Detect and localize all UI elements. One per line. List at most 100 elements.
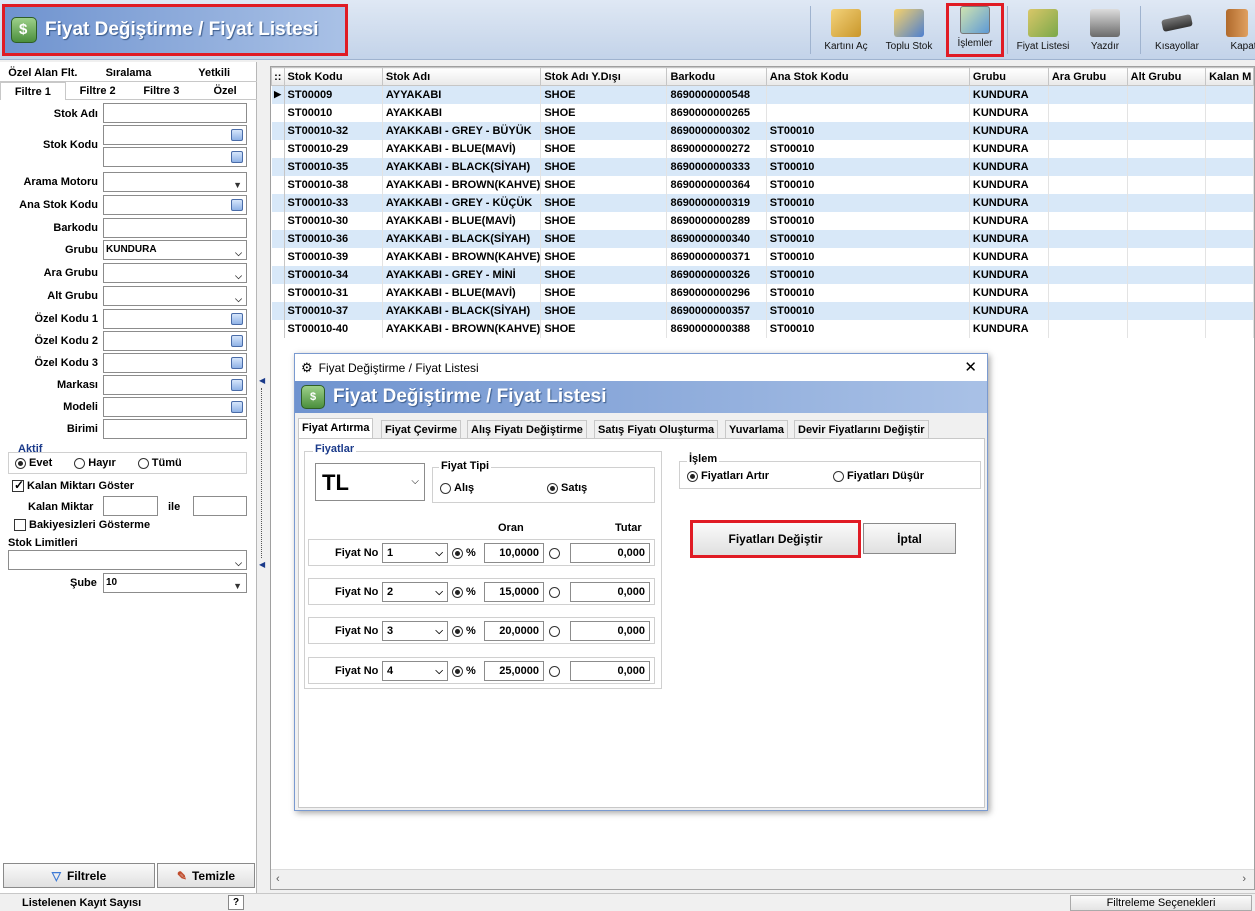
arama-motoru-select[interactable]: ▼ <box>103 172 247 192</box>
horizontal-scrollbar[interactable]: ‹ › <box>271 869 1254 889</box>
row-indicator[interactable] <box>271 265 285 284</box>
close-icon[interactable]: ✕ <box>964 358 977 376</box>
table-row[interactable]: ST00010-38 AYAKKABI - BROWN(KAHVE) SHOE 869… <box>271 175 1254 194</box>
tutar-radio[interactable] <box>549 665 563 677</box>
lookup-icon[interactable] <box>231 129 243 141</box>
table-row[interactable]: ST00010-32 AYAKKABI - GREY - BÜYÜK SHOE 869… <box>271 121 1254 140</box>
row-indicator[interactable] <box>271 247 285 266</box>
ozel-kodu-1-input[interactable] <box>103 309 247 329</box>
table-row[interactable]: ▶ ST00009 AYYAKABI SHOE 8690000000548 KUNDURA <box>271 85 1254 104</box>
ozel-kodu-2-input[interactable] <box>103 331 247 351</box>
fiyatlari-degistir-button[interactable]: Fiyatları Değiştir <box>690 520 861 558</box>
tab-filtre-2[interactable]: Filtre 2 <box>65 82 130 100</box>
kartini-ac-button[interactable]: Kartını Aç <box>818 3 874 57</box>
stok-kodu-end-input[interactable] <box>103 147 247 167</box>
tutar-input[interactable]: 0,000 <box>570 621 650 641</box>
column-header[interactable]: Barkodu <box>666 67 767 86</box>
row-indicator[interactable] <box>271 301 285 320</box>
tab-ozel[interactable]: Özel <box>193 82 257 100</box>
fiyat-no-select[interactable]: 3 ⌵ <box>382 621 448 641</box>
tutar-radio[interactable] <box>549 625 563 637</box>
table-row[interactable]: ST00010-29 AYAKKABI - BLUE(MAVİ) SHOE 86900… <box>271 139 1254 158</box>
barkodu-input[interactable] <box>103 218 247 238</box>
sube-select[interactable]: 10 ▼ <box>103 573 247 593</box>
oran-radio[interactable]: % <box>452 665 476 677</box>
currency-select[interactable]: TL ⌵ <box>315 463 425 501</box>
tutar-radio[interactable] <box>549 586 563 598</box>
scroll-right-icon[interactable]: › <box>1242 873 1246 885</box>
lookup-icon[interactable] <box>231 401 243 413</box>
oran-input[interactable]: 15,0000 <box>484 582 544 602</box>
stok-kodu-start-input[interactable] <box>103 125 247 145</box>
kalan-miktar-min-input[interactable] <box>103 496 158 516</box>
tab-devir-fiyatlarini-degistir[interactable]: Devir Fiyatlarını Değiştir <box>794 420 929 438</box>
ara-grubu-select[interactable]: ⌵ <box>103 263 247 283</box>
ana-stok-kodu-input[interactable] <box>103 195 247 215</box>
filtrele-button[interactable]: ▽ Filtrele <box>3 863 155 888</box>
current-row-indicator-icon[interactable]: ▶ <box>271 85 285 104</box>
table-row[interactable]: ST00010-30 AYAKKABI - BLUE(MAVİ) SHOE 86900… <box>271 211 1254 230</box>
column-header[interactable]: Ana Stok Kodu <box>765 67 970 86</box>
row-indicator[interactable] <box>271 103 285 122</box>
bakiyesizleri-checkbox[interactable]: Bakiyesizleri Gösterme <box>14 519 150 532</box>
oran-input[interactable]: 20,0000 <box>484 621 544 641</box>
tab-filtre-3[interactable]: Filtre 3 <box>129 82 194 100</box>
scroll-left-icon[interactable]: ‹ <box>276 873 280 885</box>
tab-ozel-alan-flt[interactable]: Özel Alan Flt. <box>0 64 86 82</box>
kisayollar-button[interactable]: Kısayollar <box>1148 3 1206 57</box>
tab-fiyat-cevirme[interactable]: Fiyat Çevirme <box>381 420 462 438</box>
tutar-input[interactable]: 0,000 <box>570 543 650 563</box>
kalan-miktar-max-input[interactable] <box>193 496 247 516</box>
row-indicator[interactable] <box>271 175 285 194</box>
table-row[interactable]: ST00010 AYAKKABI SHOE 8690000000265 KUNDURA <box>271 103 1254 122</box>
birimi-input[interactable] <box>103 419 247 439</box>
lookup-icon[interactable] <box>231 151 243 163</box>
fiyat-no-select[interactable]: 2 ⌵ <box>382 582 448 602</box>
row-indicator[interactable] <box>271 211 285 230</box>
kalan-goster-checkbox[interactable]: Kalan Miktarı Göster <box>12 478 134 493</box>
alt-grubu-select[interactable]: ⌵ <box>103 286 247 306</box>
toplu-stok-button[interactable]: Toplu Stok <box>880 3 938 57</box>
aktif-tumu-radio[interactable]: Tümü <box>137 457 182 469</box>
table-row[interactable]: ST00010-37 AYAKKABI - BLACK(SİYAH) SHOE 869… <box>271 301 1254 320</box>
iptal-button[interactable]: İptal <box>863 523 956 554</box>
column-header[interactable]: Ara Grubu <box>1047 67 1128 86</box>
oran-input[interactable]: 25,0000 <box>484 661 544 681</box>
aktif-evet-radio[interactable]: Evet <box>15 457 52 469</box>
column-header[interactable]: Alt Grubu <box>1126 67 1207 86</box>
table-row[interactable]: ST00010-35 AYAKKABI - BLACK(SİYAH) SHOE 869… <box>271 157 1254 176</box>
oran-radio[interactable]: % <box>452 625 476 637</box>
lookup-icon[interactable] <box>231 335 243 347</box>
panel-splitter[interactable]: ◀ ◀ <box>258 376 266 572</box>
lookup-icon[interactable] <box>231 379 243 391</box>
yazdir-button[interactable]: Yazdır <box>1082 3 1128 57</box>
filtreleme-secenekleri-button[interactable]: Filtreleme Seçenekleri <box>1070 895 1252 911</box>
row-indicator[interactable] <box>271 283 285 302</box>
kapat-button[interactable]: Kapat <box>1218 3 1255 57</box>
row-indicator[interactable] <box>271 139 285 158</box>
grubu-select[interactable]: KUNDURA ⌵ <box>103 240 247 260</box>
fiyatlari-artir-radio[interactable]: Fiyatları Artır <box>687 470 769 482</box>
table-row[interactable]: ST00010-39 AYAKKABI - BROWN(KAHVE) SHOE 869… <box>271 247 1254 266</box>
row-indicator[interactable] <box>271 193 285 212</box>
alis-radio[interactable]: Alış <box>440 482 474 494</box>
table-row[interactable]: ST00010-34 AYAKKABI - GREY - MİNİ SHOE 8690… <box>271 265 1254 284</box>
satis-radio[interactable]: Satış <box>547 482 587 494</box>
column-header[interactable]: Grubu <box>968 67 1049 86</box>
row-indicator[interactable] <box>271 157 285 176</box>
tab-siralama[interactable]: Sıralama <box>85 64 172 82</box>
lookup-icon[interactable] <box>231 313 243 325</box>
fiyat-no-select[interactable]: 4 ⌵ <box>382 661 448 681</box>
ozel-kodu-3-input[interactable] <box>103 353 247 373</box>
help-button[interactable]: ? <box>228 895 244 910</box>
tab-satis-fiyati-olusturma[interactable]: Satış Fiyatı Oluşturma <box>594 420 719 438</box>
tab-alis-fiyati-degistirme[interactable]: Alış Fiyatı Değiştirme <box>467 420 587 438</box>
column-header[interactable]: Stok Kodu <box>283 67 383 86</box>
tab-fiyat-artirma[interactable]: Fiyat Artırma <box>298 418 374 438</box>
oran-input[interactable]: 10,0000 <box>484 543 544 563</box>
fiyat-listesi-button[interactable]: Fiyat Listesi <box>1012 3 1074 57</box>
fiyat-no-select[interactable]: 1 ⌵ <box>382 543 448 563</box>
tutar-radio[interactable] <box>549 547 563 559</box>
lookup-icon[interactable] <box>231 199 243 211</box>
islemler-button[interactable]: İşlemler <box>946 3 1004 57</box>
